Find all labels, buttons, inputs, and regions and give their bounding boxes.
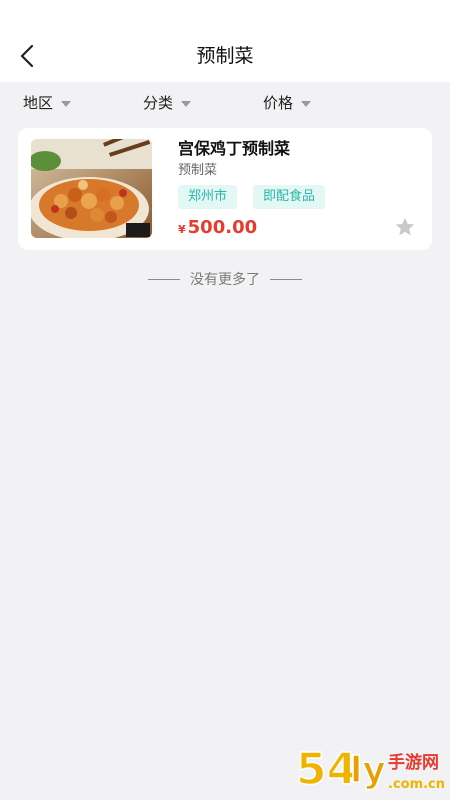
svg-text:.com.cn: .com.cn (388, 777, 445, 792)
price-value: 500.00 (187, 217, 258, 238)
caret-down-icon (301, 100, 312, 107)
tag-type: 即配食品 (253, 185, 326, 209)
svg-text:54: 54 (296, 744, 357, 795)
star-icon[interactable] (394, 216, 416, 238)
filter-bar: 地区 分类 价格 (0, 82, 450, 124)
list-end-text: 没有更多了 (190, 272, 260, 288)
product-card[interactable]: 宫保鸡丁预制菜 预制菜 郑州市 即配食品 ¥500.00 (18, 128, 432, 250)
product-price: ¥500.00 (178, 216, 257, 242)
filter-price[interactable]: 价格 (263, 92, 312, 114)
watermark-logo: 54 ly 手游网 .com.cn (296, 743, 445, 796)
page-title: 预制菜 (196, 45, 254, 67)
divider (270, 278, 302, 280)
filter-region-label: 地区 (23, 94, 54, 112)
divider (148, 278, 180, 280)
caret-down-icon (61, 100, 72, 107)
app-header: 预制菜 (0, 0, 450, 82)
currency-symbol: ¥ (178, 223, 186, 236)
product-image[interactable] (31, 139, 152, 238)
filter-category-label: 分类 (143, 94, 174, 112)
svg-text:ly: ly (350, 750, 386, 791)
svg-text:手游网: 手游网 (388, 752, 439, 773)
list-end-indicator: 没有更多了 (0, 268, 450, 290)
product-category: 预制菜 (178, 163, 218, 178)
product-name[interactable]: 宫保鸡丁预制菜 (178, 138, 290, 160)
filter-price-label: 价格 (263, 94, 294, 112)
caret-down-icon (181, 100, 192, 107)
tag-city: 郑州市 (178, 185, 238, 209)
filter-region[interactable]: 地区 (23, 92, 72, 114)
filter-category[interactable]: 分类 (143, 92, 192, 114)
